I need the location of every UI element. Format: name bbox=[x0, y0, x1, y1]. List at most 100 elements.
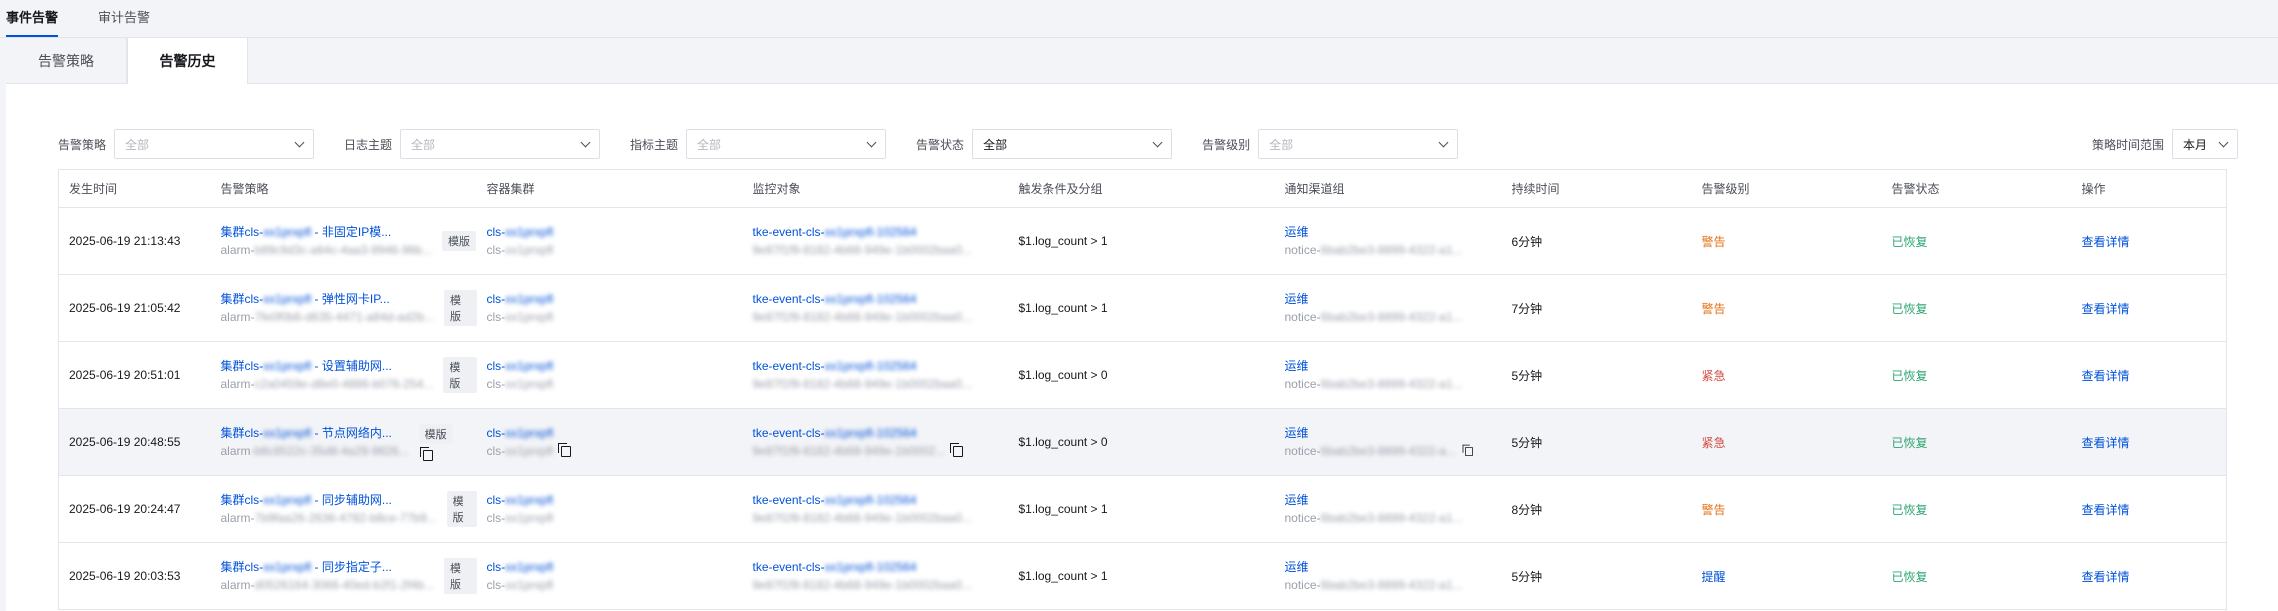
alarm-level-select[interactable]: 全部 bbox=[1258, 129, 1459, 159]
chevron-down-icon bbox=[866, 137, 877, 147]
alarm-status-select[interactable]: 全部 bbox=[972, 129, 1173, 159]
cell-action: 查看详情 bbox=[2071, 475, 2227, 543]
cell-level: 提醒 bbox=[1691, 542, 1882, 610]
copy-icon[interactable] bbox=[558, 443, 572, 458]
cell-channel: 运维 notice-6bab2be3-8899-4322-a1... bbox=[1274, 207, 1502, 275]
cell-cluster: cls-xx1prxpfl cls-xx1prxpfl bbox=[476, 274, 743, 342]
col-condition: 触发条件及分组 bbox=[1008, 169, 1275, 208]
tab-event-alarm[interactable]: 事件告警 bbox=[6, 3, 59, 37]
copy-icon[interactable] bbox=[419, 446, 433, 461]
target-link[interactable]: tke-event-cls-xx1prxpfl-102564 bbox=[753, 357, 1009, 375]
target-link[interactable]: tke-event-cls-xx1prxpfl-102564 bbox=[753, 424, 1009, 442]
cell-strategy: 集群cls-xx1prxpfl - 非固定IP模... alarm-b89c9d… bbox=[210, 207, 477, 275]
chevron-down-icon bbox=[580, 137, 591, 147]
cluster-link[interactable]: cls-xx1prxpfl bbox=[487, 357, 743, 375]
level-badge: 警告 bbox=[1701, 502, 1726, 517]
log-topic-select[interactable]: 全部 bbox=[400, 129, 601, 159]
target-link[interactable]: tke-event-cls-xx1prxpfl-102564 bbox=[753, 558, 1009, 576]
cell-strategy: 集群cls-xx1prxpfl - 弹性网卡IP... alarm-7fe0f0… bbox=[210, 274, 477, 342]
cell-action: 查看详情 bbox=[2071, 207, 2227, 275]
cell-duration: 8分钟 bbox=[1501, 475, 1692, 543]
metric-topic-select[interactable]: 全部 bbox=[686, 129, 887, 159]
cell-target: tke-event-cls-xx1prxpfl-102564 9e87f1f9-… bbox=[742, 341, 1009, 409]
strategy-id: alarm-b89c9d3c-a64c-4aa3-9946-96b... bbox=[220, 243, 432, 257]
cell-channel: 运维 notice-6bab2be3-8899-4322-a1... bbox=[1274, 341, 1502, 409]
cluster-link[interactable]: cls-xx1prxpfl bbox=[487, 424, 743, 442]
cell-time: 2025-06-19 20:24:47 bbox=[58, 475, 211, 543]
strategy-link[interactable]: 集群cls-xx1prxpfl - 节点网络内... bbox=[221, 424, 409, 442]
table-row[interactable]: 2025-06-19 20:03:53 集群cls-xx1prxpfl - 同步… bbox=[58, 542, 2227, 610]
cluster-link[interactable]: cls-xx1prxpfl bbox=[487, 558, 743, 576]
strategy-link[interactable]: 集群cls-xx1prxpfl - 同步辅助网... bbox=[221, 491, 437, 509]
cell-action: 查看详情 bbox=[2071, 274, 2227, 342]
tab-alarm-history[interactable]: 告警历史 bbox=[127, 38, 248, 85]
cell-target: tke-event-cls-xx1prxpfl-102564 9e87f1f9-… bbox=[742, 475, 1009, 543]
cell-time: 2025-06-19 20:51:01 bbox=[58, 341, 211, 409]
channel-link[interactable]: 运维 bbox=[1285, 424, 1502, 442]
cell-duration: 7分钟 bbox=[1501, 274, 1692, 342]
cluster-link[interactable]: cls-xx1prxpfl bbox=[487, 290, 743, 308]
target-link[interactable]: tke-event-cls-xx1prxpfl-102564 bbox=[753, 290, 1009, 308]
top-nav: 事件告警 审计告警 bbox=[0, 0, 2278, 38]
status-badge: 已恢复 bbox=[1891, 301, 1928, 316]
cell-duration: 5分钟 bbox=[1501, 408, 1692, 476]
view-details-link[interactable]: 查看详情 bbox=[2082, 436, 2130, 450]
col-cluster: 容器集群 bbox=[476, 169, 743, 208]
view-details-link[interactable]: 查看详情 bbox=[2082, 570, 2130, 584]
cluster-link[interactable]: cls-xx1prxpfl bbox=[487, 223, 743, 241]
table-row[interactable]: 2025-06-19 20:48:55 集群cls-xx1prxpfl - 节点… bbox=[58, 408, 2227, 476]
col-channel: 通知渠道组 bbox=[1274, 169, 1502, 208]
time-range-select[interactable]: 本月 bbox=[2172, 129, 2238, 159]
channel-link[interactable]: 运维 bbox=[1285, 491, 1502, 509]
target-id: 9e87f1f9-8182-4b68-949e-1b0002baa0... bbox=[752, 243, 973, 257]
table-row[interactable]: 2025-06-19 21:13:43 集群cls-xx1prxpfl - 非固… bbox=[58, 207, 2227, 275]
strategy-id: alarm-d0526164-3066-40ed-b2f1-2f4b... bbox=[220, 578, 435, 592]
view-details-link[interactable]: 查看详情 bbox=[2082, 302, 2130, 316]
cell-channel: 运维 notice-6bab2be3-8899-4322-a1... bbox=[1274, 542, 1502, 610]
strategy-link[interactable]: 集群cls-xx1prxpfl - 同步指定子... bbox=[221, 558, 435, 576]
channel-link[interactable]: 运维 bbox=[1285, 357, 1502, 375]
col-strategy: 告警策略 bbox=[210, 169, 477, 208]
template-badge: 模版 bbox=[443, 357, 477, 393]
target-link[interactable]: tke-event-cls-xx1prxpfl-102564 bbox=[753, 491, 1009, 509]
col-action: 操作 bbox=[2071, 169, 2227, 208]
cell-cluster: cls-xx1prxpfl cls-xx1prxpfl bbox=[476, 408, 743, 476]
cluster-id: cls-xx1prxpfl bbox=[486, 310, 554, 324]
status-badge: 已恢复 bbox=[1891, 502, 1928, 517]
cluster-link[interactable]: cls-xx1prxpfl bbox=[487, 491, 743, 509]
cell-cluster: cls-xx1prxpfl cls-xx1prxpfl bbox=[476, 475, 743, 543]
cell-target: tke-event-cls-xx1prxpfl-102564 9e87f1f9-… bbox=[742, 408, 1009, 476]
cell-channel: 运维 notice-6bab2be3-8899-4322-a... bbox=[1274, 408, 1502, 476]
strategy-id: alarm-7b9faa26-2636-4782-b8ce-77b9... bbox=[220, 511, 437, 525]
chevron-down-icon bbox=[1152, 137, 1163, 147]
target-id: 9e87f1f9-8182-4b68-949e-1b0002baa0... bbox=[752, 578, 973, 592]
cell-channel: 运维 notice-6bab2be3-8899-4322-a1... bbox=[1274, 475, 1502, 543]
channel-id: notice-6bab2be3-8899-4322-a... bbox=[1285, 442, 1502, 460]
cell-strategy: 集群cls-xx1prxpfl - 同步指定子... alarm-d052616… bbox=[210, 542, 477, 610]
strategy-link[interactable]: 集群cls-xx1prxpfl - 设置辅助网... bbox=[221, 357, 434, 375]
view-details-link[interactable]: 查看详情 bbox=[2082, 369, 2130, 383]
strategy-link[interactable]: 集群cls-xx1prxpfl - 非固定IP模... bbox=[221, 223, 432, 241]
filter-bar: 告警策略 全部 日志主题 全部 指标主题 全部 告警状态 全部 告警级别 全部 bbox=[58, 129, 2238, 159]
cell-action: 查看详情 bbox=[2071, 408, 2227, 476]
tab-audit-alarm[interactable]: 审计告警 bbox=[98, 3, 150, 37]
target-link[interactable]: tke-event-cls-xx1prxpfl-102564 bbox=[753, 223, 1009, 241]
channel-link[interactable]: 运维 bbox=[1285, 290, 1502, 308]
cell-status: 已恢复 bbox=[1881, 207, 2072, 275]
channel-link[interactable]: 运维 bbox=[1285, 223, 1502, 241]
status-badge: 已恢复 bbox=[1891, 569, 1928, 584]
level-badge: 紧急 bbox=[1701, 368, 1726, 383]
strategy-select[interactable]: 全部 bbox=[114, 129, 315, 159]
cell-cluster: cls-xx1prxpfl cls-xx1prxpfl bbox=[476, 542, 743, 610]
copy-icon[interactable] bbox=[950, 443, 964, 458]
view-details-link[interactable]: 查看详情 bbox=[2082, 503, 2130, 517]
table-row[interactable]: 2025-06-19 21:05:42 集群cls-xx1prxpfl - 弹性… bbox=[58, 274, 2227, 342]
tab-alarm-strategy[interactable]: 告警策略 bbox=[6, 38, 127, 84]
strategy-link[interactable]: 集群cls-xx1prxpfl - 弹性网卡IP... bbox=[221, 290, 435, 308]
view-details-link[interactable]: 查看详情 bbox=[2082, 235, 2130, 249]
table-row[interactable]: 2025-06-19 20:51:01 集群cls-xx1prxpfl - 设置… bbox=[58, 341, 2227, 409]
time-range-filter: 策略时间范围 本月 bbox=[2092, 129, 2238, 159]
channel-link[interactable]: 运维 bbox=[1285, 558, 1502, 576]
table-row[interactable]: 2025-06-19 20:24:47 集群cls-xx1prxpfl - 同步… bbox=[58, 475, 2227, 543]
copy-icon[interactable] bbox=[1462, 445, 1473, 457]
